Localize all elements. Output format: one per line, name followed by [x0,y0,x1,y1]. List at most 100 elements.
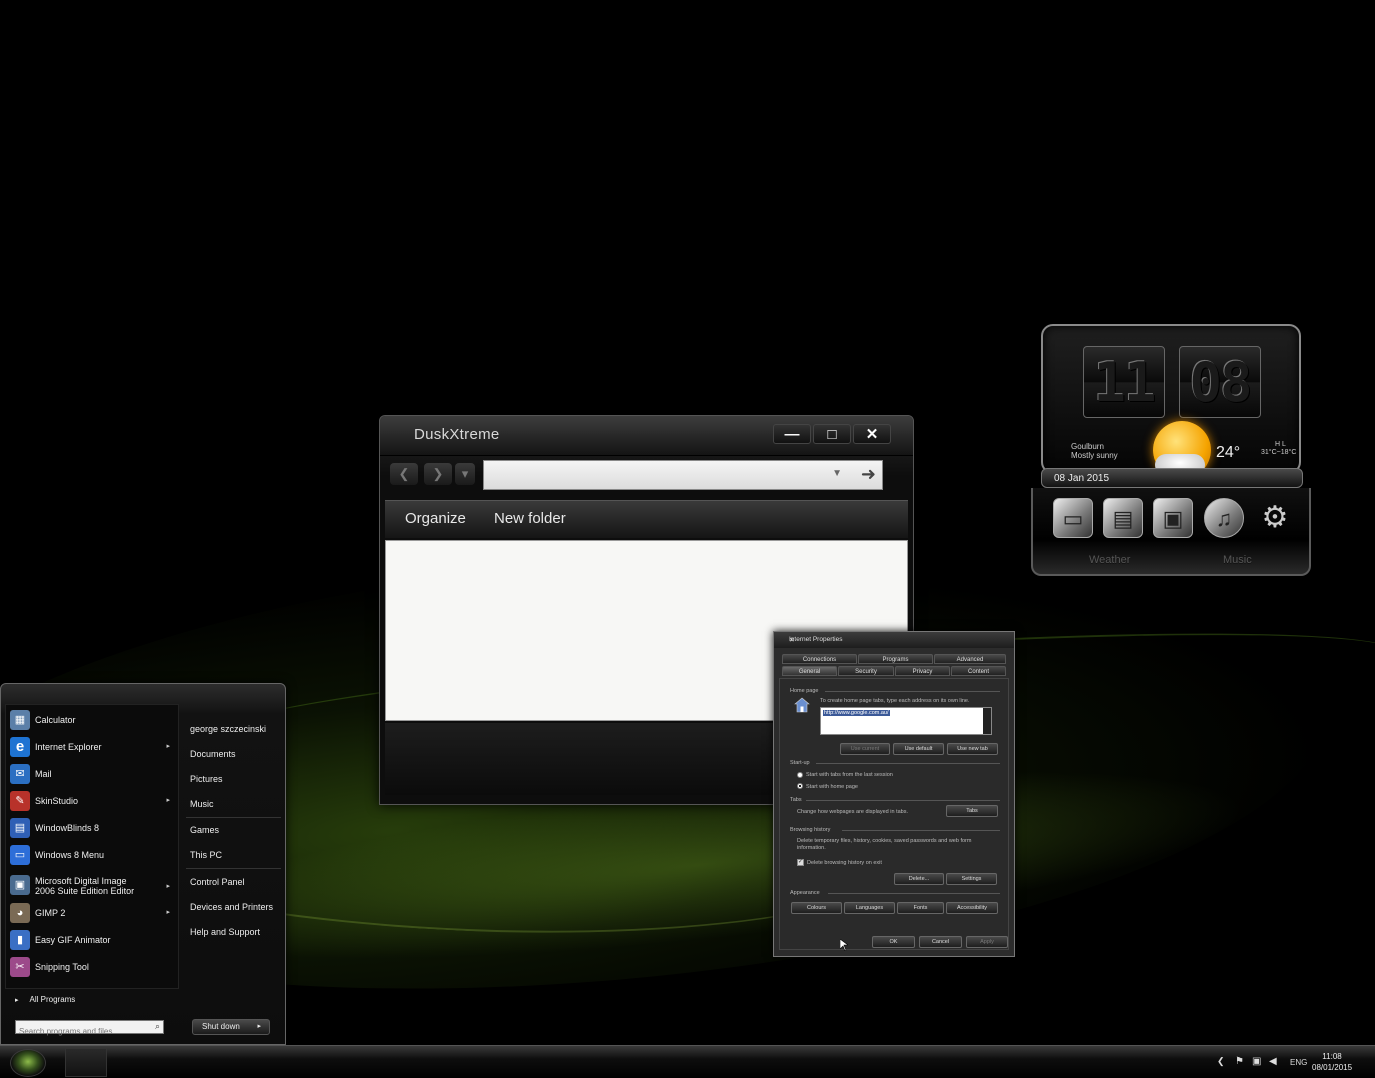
program-gimp[interactable]: ◕ GIMP 2 ▸ [6,900,178,926]
submenu-arrow-icon[interactable]: ▸ [166,882,170,890]
fonts-button[interactable]: Fonts [897,902,944,914]
use-default-button[interactable]: Use default [893,743,944,755]
start-menu: ▦ Calculator e Internet Explorer ▸ ✉ Mai… [0,683,286,1045]
home-page-url-textbox[interactable]: http://www.google.com.au/ [820,707,992,735]
tabs-button[interactable]: Tabs [946,805,998,817]
settings-gear-icon[interactable]: ⚙ [1255,498,1295,538]
explorer-titlebar[interactable]: DuskXtreme — □ ✕ [380,416,913,456]
go-arrow-icon[interactable]: ➜ [861,464,876,485]
control-panel-link[interactable]: Control Panel [190,877,245,887]
action-center-flag-icon[interactable]: ⚑ [1235,1056,1244,1067]
program-digital-image[interactable]: ▣ Microsoft Digital Image 2006 Suite Edi… [6,869,178,903]
languages-button[interactable]: Languages [844,902,895,914]
delete-history-checkbox[interactable]: ✓ [797,859,804,866]
program-mail[interactable]: ✉ Mail [6,761,178,787]
games-link[interactable]: Games [190,825,219,835]
shutdown-options-arrow-icon[interactable]: ▸ [257,1020,261,1034]
program-snipping-tool[interactable]: ✂ Snipping Tool [6,954,178,980]
appearance-heading: Appearance [790,890,820,896]
use-new-tab-button[interactable]: Use new tab [947,743,998,755]
documents-icon[interactable]: ▤ [1103,498,1143,538]
apply-button[interactable]: Apply [966,936,1008,948]
tab-advanced[interactable]: Advanced [934,654,1006,664]
address-bar[interactable]: ▼ ➜ [483,460,883,490]
devices-printers-link[interactable]: Devices and Printers [190,902,273,912]
cancel-button[interactable]: Cancel [919,936,962,948]
minimize-button[interactable]: — [773,424,811,444]
submenu-arrow-icon[interactable]: ▸ [166,742,170,750]
pictures-icon[interactable]: ▣ [1153,498,1193,538]
network-icon[interactable]: ▣ [1252,1056,1261,1067]
startup-option-label: Start with tabs from the last session [806,772,893,778]
new-folder-button[interactable]: New folder [494,510,566,527]
tabs-hint: Change how webpages are displayed in tab… [797,809,908,815]
music-label[interactable]: Music [1223,554,1252,566]
settings-button[interactable]: Settings [946,873,997,885]
close-button[interactable]: ✕ [853,424,891,444]
clock-weather-gadget[interactable]: 11 08 Goulburn Mostly sunny 24° H L 31°C… [1031,322,1311,577]
ok-button[interactable]: OK [872,936,915,948]
music-icon[interactable]: ♫ [1204,498,1244,538]
shutdown-button[interactable]: Shut down ▸ [192,1019,270,1035]
documents-link[interactable]: Documents [190,749,236,759]
address-dropdown-icon[interactable]: ▼ [832,468,842,479]
mouse-cursor-icon [840,939,848,951]
program-internet-explorer[interactable]: e Internet Explorer ▸ [6,734,178,760]
tab-general[interactable]: General [782,666,837,676]
high-low-temperature: H L 31°C~18°C [1261,441,1296,457]
divider [186,817,281,818]
startup-home-page-radio[interactable] [797,783,803,789]
weather-label[interactable]: Weather [1089,554,1130,566]
user-folder-link[interactable]: george szczecinski [190,724,266,734]
tab-security[interactable]: Security [838,666,894,676]
pictures-link[interactable]: Pictures [190,774,223,784]
weather-location: Goulburn Mostly sunny [1071,442,1118,460]
recent-pages-button[interactable]: ▾ [455,463,475,485]
taskbar-clock[interactable]: 11:08 08/01/2015 [1312,1051,1352,1073]
submenu-arrow-icon[interactable]: ▸ [166,796,170,804]
home-page-icon [794,697,810,713]
start-button-orb[interactable] [10,1049,46,1077]
back-button[interactable]: ❮ [390,463,418,485]
program-windowblinds[interactable]: ▤ WindowBlinds 8 [6,815,178,841]
taskbar-button[interactable] [65,1048,107,1077]
tab-programs[interactable]: Programs [858,654,933,664]
accessibility-button[interactable]: Accessibility [946,902,998,914]
help-support-link[interactable]: Help and Support [190,927,260,937]
music-link[interactable]: Music [190,799,214,809]
show-hidden-icons-chevron-icon[interactable]: ❮ [1217,1056,1225,1067]
input-language-indicator[interactable]: ENG [1290,1058,1307,1067]
all-programs-label: All Programs [29,995,76,1004]
search-input[interactable] [16,1025,146,1038]
gimp-icon: ◕ [10,903,30,923]
gadget-date: 08 Jan 2015 [1054,473,1110,484]
program-calculator[interactable]: ▦ Calculator [6,707,178,733]
use-current-button[interactable]: Use current [840,743,890,755]
delete-button[interactable]: Delete... [894,873,944,885]
weather-condition: Mostly sunny [1071,451,1118,460]
all-programs-arrow-icon: ▸ [15,997,19,1004]
command-bar: Organize New folder [385,500,908,538]
volume-icon[interactable]: ◀ [1269,1056,1277,1067]
computer-icon[interactable]: ▭ [1053,498,1093,538]
program-windows8-menu[interactable]: ▭ Windows 8 Menu [6,842,178,868]
start-search-box[interactable]: ⌕ [15,1020,164,1038]
startup-last-session-radio[interactable] [797,772,803,778]
dialog-close-button[interactable]: ✕ [789,636,1004,644]
window-title: DuskXtreme [414,426,500,443]
forward-button[interactable]: ❯ [424,463,452,485]
dialog-titlebar[interactable]: Internet Properties ✕ [774,632,1014,648]
this-pc-link[interactable]: This PC [190,850,222,860]
program-easy-gif-animator[interactable]: ▮ Easy GIF Animator [6,927,178,953]
current-temperature: 24° [1216,444,1241,461]
colours-button[interactable]: Colours [791,902,842,914]
maximize-button[interactable]: □ [813,424,851,444]
textbox-scrollbar[interactable] [983,708,991,734]
submenu-arrow-icon[interactable]: ▸ [166,908,170,916]
all-programs-button[interactable]: ▸ All Programs [15,995,75,1004]
tab-connections[interactable]: Connections [782,654,857,664]
tab-privacy[interactable]: Privacy [895,666,950,676]
tab-content[interactable]: Content [951,666,1006,676]
program-skinstudio[interactable]: ✎ SkinStudio ▸ [6,788,178,814]
organize-button[interactable]: Organize [405,510,466,527]
